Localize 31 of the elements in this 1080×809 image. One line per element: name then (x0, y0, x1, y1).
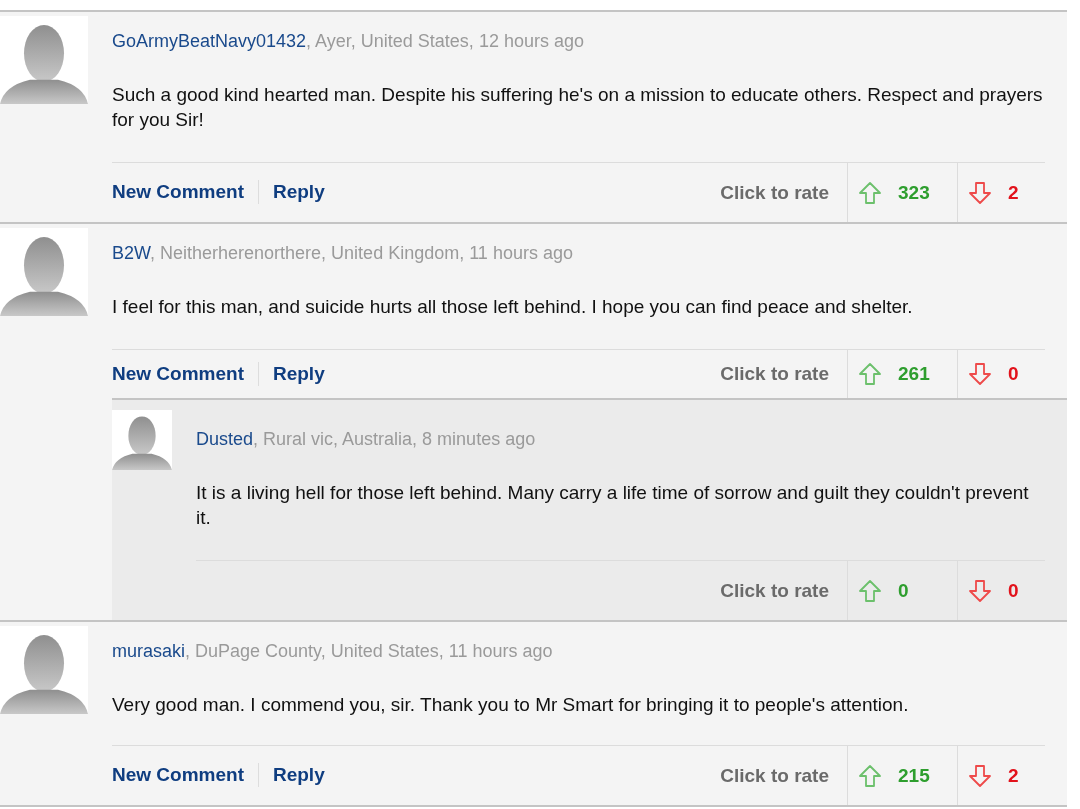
author-link[interactable]: Dusted (196, 429, 254, 449)
up-arrow-icon (858, 763, 882, 788)
comment-meta: , Rural vic, Australia, 8 minutes ago (253, 429, 536, 449)
comment-text: Very good man. I commend you, sir. Thank you to Mr Smart for bringing it to people's attention. (112, 692, 1045, 746)
comment-text: I feel for this man, and suicide hurts all those left behind. I hope you can find peace and shelter. (112, 294, 1045, 350)
reply-link[interactable]: Reply (257, 762, 339, 787)
comment-text: It is a living hell for those left behind. Many carry a life time of sorrow and guilt they couldn't prevent it. (196, 480, 1045, 561)
avatar-placeholder (112, 410, 172, 470)
author-link[interactable]: GoArmyBeatNavy01432 (112, 31, 307, 51)
rate-label: Click to rate (720, 764, 830, 787)
reply-link[interactable]: Reply (257, 179, 339, 204)
new-comment-link[interactable]: New Comment (112, 762, 258, 787)
down-arrow-icon (968, 180, 992, 205)
comment-meta: , DuPage County, United States, 11 hours ago (185, 641, 553, 661)
down-arrow-icon (968, 362, 992, 386)
reply-link[interactable]: Reply (257, 362, 339, 386)
comment-text: Such a good kind hearted man. Despite his suffering he's on a mission to educate others. Respect and prayers for you Sir! (112, 82, 1045, 163)
new-comment-link[interactable]: New Comment (112, 362, 258, 386)
author-link[interactable]: murasaki (112, 641, 186, 661)
new-comment-link[interactable]: New Comment (112, 179, 258, 204)
down-arrow-icon (968, 763, 992, 788)
comment-meta: , Ayer, United States, 12 hours ago (306, 31, 584, 51)
comment-meta: , Neitherherenorthere, United Kingdom, 11 hours ago (150, 243, 573, 263)
up-arrow-icon (858, 180, 882, 205)
rate-label: Click to rate (720, 181, 830, 204)
author-link[interactable]: B2W (112, 243, 150, 263)
rate-label: Click to rate (720, 579, 830, 602)
down-arrow-icon (968, 578, 992, 603)
up-arrow-icon (858, 362, 882, 386)
up-arrow-icon (858, 578, 882, 603)
rate-label: Click to rate (720, 363, 830, 385)
